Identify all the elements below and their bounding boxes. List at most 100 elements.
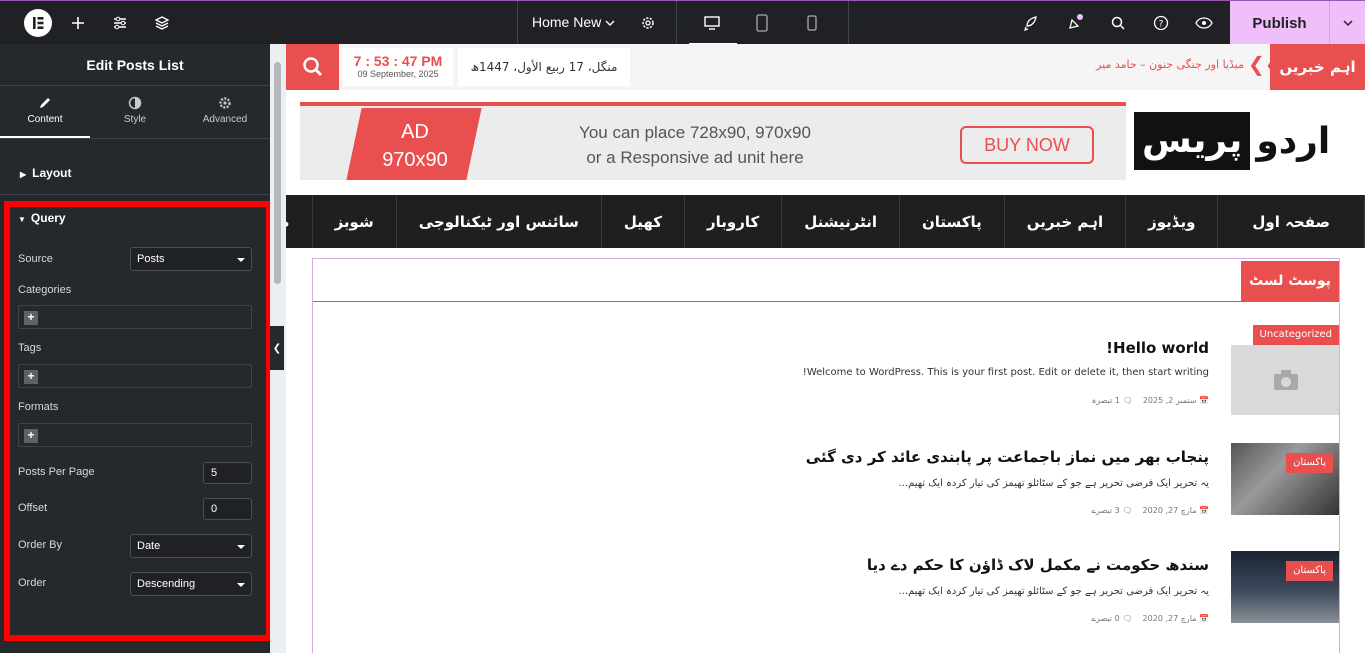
nav-item[interactable]: کھیل [602, 195, 685, 248]
nav-item[interactable]: صفحہ اول [1218, 195, 1365, 248]
section-layout-toggle[interactable]: ▶ Layout [20, 166, 72, 180]
ticker-label: اہم خبریں [1270, 44, 1365, 90]
post-comments[interactable]: 3 تبصرے [1091, 506, 1119, 515]
comment-icon: 🗨 [1122, 396, 1133, 405]
post-category-badge[interactable]: Uncategorized [1252, 325, 1339, 345]
launchpad-rocket-icon[interactable] [1020, 13, 1040, 33]
structure-layers-icon[interactable] [152, 13, 172, 33]
order-by-label: Order By [18, 539, 63, 551]
ad-text-line2: or a Responsive ad unit here [586, 148, 804, 167]
categories-field[interactable]: + [18, 305, 252, 329]
posts-per-page-label: Posts Per Page [18, 466, 95, 478]
post-category-badge[interactable]: پاکستان [1286, 453, 1333, 473]
post-comments[interactable]: 1 تبصرہ [1092, 396, 1120, 405]
post-meta: 📅 ستمبر 2, 2025 🗨 1 تبصرہ [1092, 396, 1209, 405]
nav-item[interactable]: کاروبار [685, 195, 783, 248]
tags-field[interactable]: + [18, 364, 252, 388]
tab-content[interactable]: Content [0, 86, 90, 138]
list-item[interactable]: پاکستان سندھ حکومت نے مکمل لاک ڈاؤن کا ح… [313, 551, 1339, 641]
post-title[interactable]: Hello world! [1106, 339, 1209, 357]
tags-label: Tags [18, 342, 42, 354]
ticker-headline[interactable]: میڈیا اور جنگی جنون – حامد میر [1094, 58, 1244, 71]
nav-item[interactable]: سائنس اور ٹیکنالوجی [397, 195, 602, 248]
comment-icon: 🗨 [1122, 614, 1133, 623]
post-date: ستمبر 2, 2025 [1142, 396, 1197, 405]
site-logo[interactable]: اردو پریس [1134, 112, 1346, 170]
offset-input[interactable]: 0 [203, 498, 252, 520]
page-settings-gear-icon[interactable] [638, 13, 658, 33]
main-nav: صفحہ اول ویڈیوز اہم خبریں پاکستان انٹرنی… [286, 195, 1365, 248]
gear-icon [219, 97, 231, 109]
section-layout-label: Layout [32, 166, 72, 180]
ad-text-line1: You can place 728x90, 970x90 [579, 123, 811, 142]
pencil-icon [40, 98, 50, 108]
page-title[interactable]: Home New [532, 14, 601, 30]
list-item[interactable]: پاکستان پنجاب بھر میں نماز باجماعت پر پا… [313, 443, 1339, 533]
widget-title: پوسٹ لسٹ [1241, 261, 1339, 301]
publish-button[interactable]: Publish [1230, 1, 1329, 45]
select-caret-icon [237, 545, 245, 549]
buy-now-button[interactable]: BUY NOW [960, 126, 1094, 164]
caret-down-icon: ▼ [18, 215, 26, 224]
site-settings-icon[interactable] [110, 13, 130, 33]
order-by-value: Date [137, 540, 161, 552]
section-query-toggle[interactable]: ▼ Query [18, 211, 66, 225]
post-date: مارچ 27, 2020 [1142, 614, 1197, 623]
tablet-icon[interactable] [752, 13, 772, 33]
clock-time: 7 : 53 : 47 PM [353, 53, 443, 69]
nav-item[interactable]: پاکستان [900, 195, 1005, 248]
chevron-down-icon[interactable] [600, 13, 620, 33]
formats-label: Formats [18, 401, 59, 413]
calendar-icon: 📅 [1199, 506, 1209, 515]
brand-word-2: پریس [1134, 112, 1251, 170]
plus-icon[interactable]: + [24, 370, 38, 384]
post-excerpt: Welcome to WordPress. This is your first… [802, 367, 1209, 378]
source-select[interactable]: Posts [130, 247, 252, 271]
nav-item[interactable]: شوبز [313, 195, 397, 248]
collapse-panel-chevron-icon[interactable]: ❮ [270, 326, 284, 370]
search-icon[interactable] [1108, 13, 1128, 33]
help-icon[interactable]: ? [1151, 13, 1171, 33]
nav-item[interactable]: اہم خبریں [1005, 195, 1127, 248]
nav-item[interactable]: ویڈیوز [1126, 195, 1219, 248]
site-top-strip: 7 : 53 : 47 PM 09 September, 2025 منگل، … [286, 44, 1365, 90]
formats-field[interactable]: + [18, 423, 252, 447]
post-date: مارچ 27, 2020 [1142, 506, 1197, 515]
plus-icon[interactable]: + [24, 311, 38, 325]
offset-label: Offset [18, 502, 48, 514]
order-by-select[interactable]: Date [130, 534, 252, 558]
posts-list-widget[interactable]: پوسٹ لسٹ Uncategorized Hello world! Welc… [312, 258, 1340, 653]
publish-options-chevron-icon[interactable] [1329, 1, 1365, 45]
post-title[interactable]: پنجاب بھر میں نماز باجماعت پر پابندی عائ… [806, 448, 1209, 466]
post-comments[interactable]: 0 تبصرے [1091, 614, 1119, 623]
tab-style[interactable]: Style [90, 86, 180, 138]
ad-text: You can place 728x90, 970x90 or a Respon… [530, 120, 860, 170]
ad-banner[interactable]: AD 970x90 You can place 728x90, 970x90 o… [300, 102, 1126, 180]
post-title[interactable]: سندھ حکومت نے مکمل لاک ڈاؤن کا حکم دے دی… [867, 556, 1209, 574]
add-element-icon[interactable] [68, 13, 88, 33]
comment-icon: 🗨 [1122, 506, 1133, 515]
desktop-icon[interactable] [702, 13, 722, 33]
camera-placeholder-icon [1274, 370, 1298, 390]
order-select[interactable]: Descending [130, 572, 252, 596]
notifications-icon[interactable] [1065, 13, 1085, 33]
source-value: Posts [137, 253, 165, 265]
post-thumbnail[interactable] [1231, 345, 1339, 415]
contrast-icon [128, 96, 142, 110]
posts-per-page-input[interactable]: 5 [203, 462, 252, 484]
tab-advanced[interactable]: Advanced [180, 86, 270, 138]
post-category-badge[interactable]: پاکستان [1286, 561, 1333, 581]
nav-item[interactable]: صحت [286, 195, 313, 248]
clock-box: 7 : 53 : 47 PM 09 September, 2025 [343, 48, 453, 86]
post-meta: 📅 مارچ 27, 2020 🗨 3 تبصرے [1091, 506, 1209, 515]
elementor-logo-icon[interactable] [24, 9, 52, 37]
list-item[interactable]: Uncategorized Hello world! Welcome to Wo… [313, 325, 1339, 415]
nav-item[interactable]: انٹرنیشنل [782, 195, 900, 248]
site-search-button[interactable] [286, 44, 339, 90]
mobile-icon[interactable] [802, 13, 822, 33]
scrollbar-thumb[interactable] [274, 62, 281, 284]
calendar-icon: 📅 [1199, 396, 1209, 405]
plus-icon[interactable]: + [24, 429, 38, 443]
clock-date: 09 September, 2025 [357, 69, 439, 79]
preview-eye-icon[interactable] [1194, 13, 1214, 33]
